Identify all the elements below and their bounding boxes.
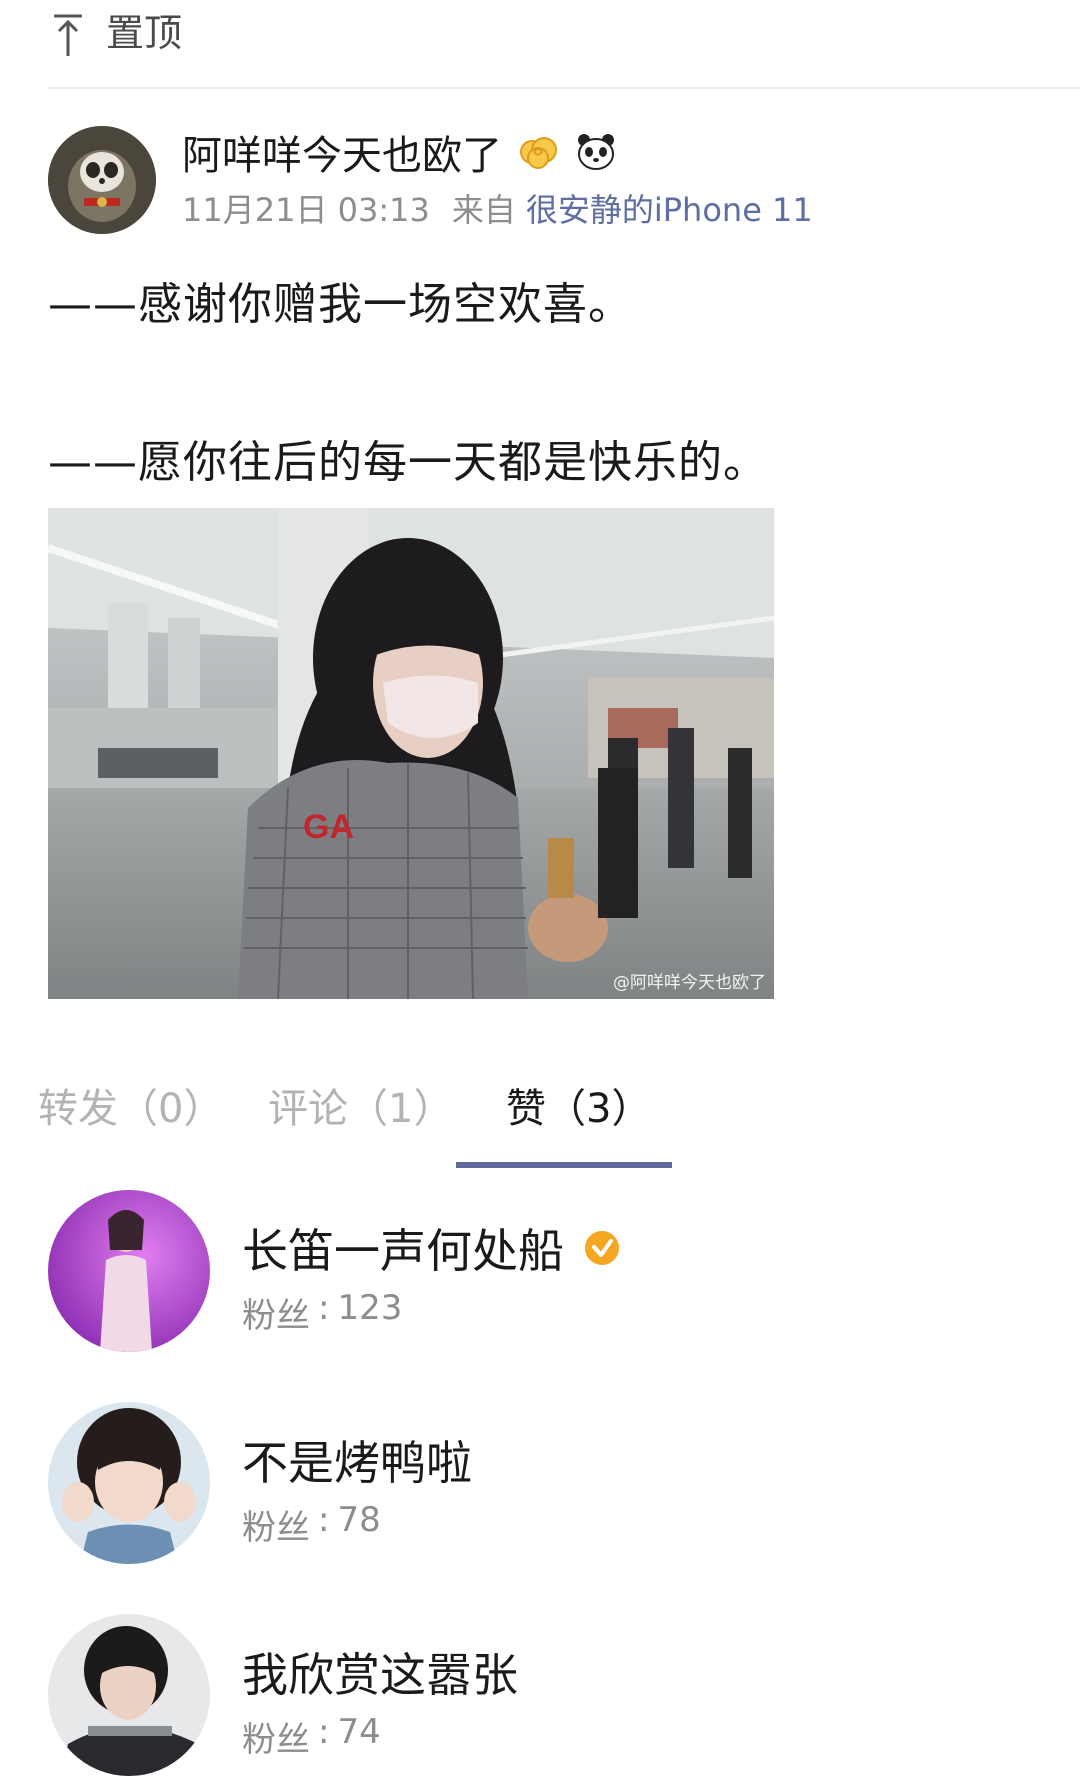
tab-repost[interactable]: 转发（0） — [38, 1076, 223, 1134]
liker-fans: 粉丝 : 78 — [242, 1500, 381, 1549]
liker-name[interactable]: 不是烤鸭啦 — [242, 1427, 472, 1493]
list-item[interactable]: 长笛一声何处船 粉丝 : 123 — [48, 1190, 1048, 1358]
verified-badge-icon — [583, 1229, 621, 1267]
post-meta: 11月21日 03:13 来自 很安静的iPhone 11 — [182, 185, 813, 231]
liker-avatar-photo — [48, 1402, 210, 1564]
liker-name-row: 我欣赏这嚣张 — [242, 1642, 518, 1702]
active-tab-indicator — [456, 1162, 672, 1168]
liker-avatar-photo — [48, 1614, 210, 1776]
fans-count: 123 — [337, 1288, 403, 1328]
svg-text:GA: GA — [303, 808, 354, 846]
tab-likes[interactable]: 赞（3） — [506, 1076, 651, 1134]
liker-name-row: 长笛一声何处船 — [242, 1218, 622, 1278]
liker-avatar-photo — [48, 1190, 210, 1352]
post-timestamp: 11月21日 03:13 — [182, 191, 430, 229]
fans-count: 74 — [337, 1712, 381, 1752]
fans-label: 粉丝 — [242, 1508, 310, 1548]
avatar[interactable] — [48, 1614, 210, 1776]
liker-fans: 粉丝 : 123 — [242, 1288, 402, 1337]
author-name-row: 阿咩咩今天也欧了 — [182, 122, 618, 182]
raccoon-avatar-icon — [48, 126, 156, 234]
liker-fans: 粉丝 : 74 — [242, 1712, 381, 1761]
interaction-tabs: 转发（0） 评论（1） 赞（3） — [0, 1060, 1080, 1170]
fans-separator: : — [318, 1712, 330, 1752]
list-item[interactable]: 不是烤鸭啦 粉丝 : 78 — [48, 1402, 1048, 1570]
fans-separator: : — [318, 1288, 330, 1328]
image-watermark: @阿咩咩今天也欧了 — [613, 973, 766, 993]
liker-name[interactable]: 我欣赏这嚣张 — [242, 1639, 518, 1705]
panda-emoji-icon — [578, 134, 614, 170]
golden-cloud-emoji-icon — [520, 137, 557, 169]
post-device-link[interactable]: 很安静的iPhone 11 — [526, 185, 813, 231]
fans-count: 78 — [337, 1500, 381, 1540]
list-item[interactable]: 我欣赏这嚣张 粉丝 : 74 — [48, 1614, 1048, 1782]
fans-separator: : — [318, 1500, 330, 1540]
fans-label: 粉丝 — [242, 1720, 310, 1760]
avatar[interactable] — [48, 1402, 210, 1564]
liker-name[interactable]: 长笛一声何处船 — [242, 1215, 564, 1281]
post-text-line: ——愿你往后的每一天都是快乐的。 — [48, 437, 768, 488]
liker-name-row: 不是烤鸭啦 — [242, 1430, 472, 1490]
pin-to-top-icon — [54, 14, 82, 56]
author-name[interactable]: 阿咩咩今天也欧了 — [182, 123, 502, 181]
post-image[interactable]: GA @阿咩咩今天也欧了 — [48, 508, 774, 999]
author-avatar[interactable] — [48, 126, 156, 234]
header-divider — [48, 87, 1080, 89]
post-photo: GA — [48, 508, 774, 999]
tab-comments[interactable]: 评论（1） — [268, 1076, 453, 1134]
pinned-label: 置顶 — [106, 11, 183, 55]
fans-label: 粉丝 — [242, 1296, 310, 1336]
post-source-prefix: 来自 — [451, 191, 516, 229]
post-text-line: ——感谢你赠我一场空欢喜。 — [48, 279, 633, 330]
pinned-indicator: 置顶 — [48, 0, 182, 88]
avatar[interactable] — [48, 1190, 210, 1352]
